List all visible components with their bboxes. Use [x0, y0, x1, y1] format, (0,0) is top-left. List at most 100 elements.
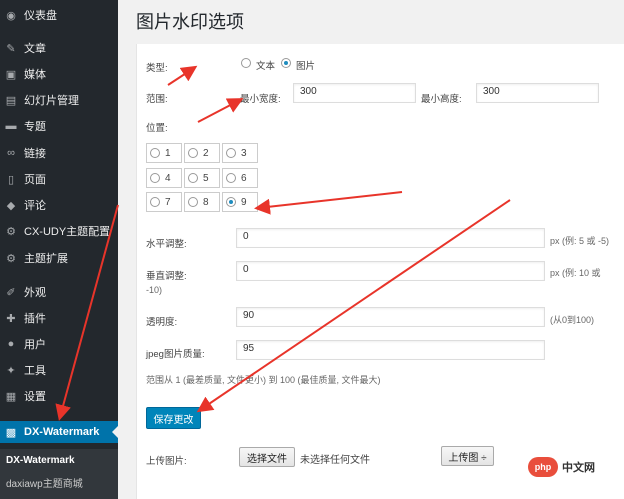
- sidebar-item-6[interactable]: ▯ 页面: [0, 168, 118, 190]
- position-number: 2: [203, 148, 209, 159]
- sidebar-item-label: 设置: [24, 391, 46, 403]
- sidebar-item-label: CX-UDY主题配置: [24, 226, 111, 238]
- sidebar-item-4[interactable]: ▬ 专题: [0, 115, 118, 137]
- jpeg-quality-input[interactable]: 95: [236, 340, 545, 360]
- sidebar-item-label: 评论: [24, 200, 46, 212]
- position-option-2[interactable]: 2: [184, 143, 220, 163]
- position-number: 8: [203, 197, 209, 208]
- position-number: 9: [241, 197, 247, 208]
- position-number: 7: [165, 197, 171, 208]
- gear-icon: ⚙: [6, 252, 16, 265]
- sidebar-item-14[interactable]: ▦ 设置: [0, 385, 118, 407]
- dashboard-icon: ◉: [6, 9, 16, 22]
- submenu-item-theme-shop[interactable]: daxiawp主题商城: [6, 475, 83, 490]
- position-option-6[interactable]: 6: [222, 168, 258, 188]
- sidebar-item-label: 页面: [24, 174, 46, 186]
- jpeg-quality-label: jpeg图片质量:: [146, 349, 205, 360]
- sidebar-item-label: 插件: [24, 313, 46, 325]
- watermark-icon: ▩: [5, 426, 17, 439]
- opacity-input[interactable]: 90: [236, 307, 545, 327]
- choose-file-button[interactable]: 选择文件: [239, 447, 295, 467]
- position-option-9[interactable]: 9: [222, 192, 258, 212]
- pin-icon: ✎: [6, 42, 16, 55]
- v-offset-input[interactable]: 0: [236, 261, 545, 281]
- media-icon: ▣: [5, 68, 17, 81]
- wrench-icon: ✦: [6, 364, 16, 377]
- watermark-text: 中文网: [562, 462, 595, 474]
- sidebar-item-label: 幻灯片管理: [24, 95, 79, 107]
- v-offset-hint: px (例: 10 或: [550, 268, 601, 278]
- v-offset-hint-cont: -10): [146, 285, 163, 295]
- settings-icon: ▦: [5, 390, 17, 403]
- h-offset-input[interactable]: 0: [236, 228, 545, 248]
- sidebar-item-5[interactable]: ∞ 链接: [0, 142, 118, 164]
- position-radio[interactable]: [226, 173, 236, 183]
- site-watermark: php 中文网: [528, 455, 624, 479]
- slides-icon: ▤: [5, 94, 17, 107]
- position-number: 1: [165, 148, 171, 159]
- position-radio[interactable]: [226, 197, 236, 207]
- sidebar-item-2[interactable]: ▣ 媒体: [0, 63, 118, 85]
- position-radio[interactable]: [188, 173, 198, 183]
- sidebar-item-label: 主题扩展: [24, 253, 68, 265]
- position-option-4[interactable]: 4: [146, 168, 182, 188]
- sidebar-item-label: 链接: [24, 148, 46, 160]
- submenu: DX-Watermark daxiawp主题商城: [0, 449, 118, 499]
- min-height-input[interactable]: 300: [476, 83, 599, 103]
- position-radio[interactable]: [188, 148, 198, 158]
- opacity-label: 透明度:: [146, 317, 178, 328]
- position-radio[interactable]: [150, 173, 160, 183]
- page-icon: ▯: [7, 173, 15, 186]
- sidebar-item-3[interactable]: ▤ 幻灯片管理: [0, 89, 118, 111]
- position-option-1[interactable]: 1: [146, 143, 182, 163]
- gear-icon: ⚙: [6, 225, 16, 238]
- sidebar-item-0[interactable]: ◉ 仪表盘: [0, 4, 118, 26]
- position-label: 位置:: [146, 123, 168, 134]
- h-offset-label: 水平调整:: [146, 239, 187, 250]
- comment-icon: ◆: [6, 199, 16, 212]
- type-text-label: 文本: [256, 61, 276, 72]
- position-option-7[interactable]: 7: [146, 192, 182, 212]
- sidebar-item-13[interactable]: ✦ 工具: [0, 359, 118, 381]
- sidebar-item-7[interactable]: ◆ 评论: [0, 194, 118, 216]
- position-number: 3: [241, 148, 247, 159]
- save-button[interactable]: 保存更改: [146, 407, 201, 429]
- opacity-hint: (从0到100): [550, 315, 595, 325]
- position-option-5[interactable]: 5: [184, 168, 220, 188]
- position-number: 6: [241, 173, 247, 184]
- sidebar-item-label: 用户: [24, 339, 46, 351]
- sidebar-item-label: DX-Watermark: [24, 426, 100, 438]
- sidebar-item-label: 媒体: [24, 69, 46, 81]
- type-label: 类型:: [146, 63, 168, 74]
- upload-label: 上传图片:: [146, 456, 187, 467]
- position-option-8[interactable]: 8: [184, 192, 220, 212]
- sidebar-item-12[interactable]: ● 用户: [0, 333, 118, 355]
- link-icon: ∞: [7, 147, 15, 159]
- page-title: 图片水印选项: [136, 12, 244, 32]
- sidebar-item-15[interactable]: ▩ DX-Watermark: [0, 421, 118, 443]
- sidebar-item-label: 外观: [24, 287, 46, 299]
- range-label: 范围:: [146, 94, 168, 105]
- type-text-radio[interactable]: [241, 58, 251, 68]
- min-height-label: 最小高度:: [421, 94, 462, 105]
- type-image-radio[interactable]: [281, 58, 291, 68]
- sidebar-item-8[interactable]: ⚙ CX-UDY主题配置: [0, 220, 118, 242]
- sidebar-item-11[interactable]: ✚ 插件: [0, 307, 118, 329]
- admin-sidebar: ◉ 仪表盘 ✎ 文章 ▣ 媒体 ▤ 幻灯片管理 ▬ 专题 ∞ 链接 ▯ 页面 ◆ 评论 ⚙ CX-UDY主题配置 ⚙…: [0, 0, 118, 499]
- position-number: 5: [203, 173, 209, 184]
- sidebar-item-1[interactable]: ✎ 文章: [0, 37, 118, 59]
- submenu-item-dx-watermark[interactable]: DX-Watermark: [6, 455, 75, 466]
- upload-image-button[interactable]: 上传图 ÷: [441, 446, 494, 466]
- position-radio[interactable]: [150, 197, 160, 207]
- sidebar-item-label: 工具: [24, 365, 46, 377]
- position-radio[interactable]: [188, 197, 198, 207]
- position-radio[interactable]: [226, 148, 236, 158]
- position-option-3[interactable]: 3: [222, 143, 258, 163]
- brush-icon: ✐: [6, 286, 16, 299]
- position-radio[interactable]: [150, 148, 160, 158]
- topic-icon: ▬: [5, 120, 17, 132]
- sidebar-item-10[interactable]: ✐ 外观: [0, 281, 118, 303]
- min-width-input[interactable]: 300: [293, 83, 416, 103]
- sidebar-item-9[interactable]: ⚙ 主题扩展: [0, 247, 118, 269]
- user-icon: ●: [7, 338, 15, 350]
